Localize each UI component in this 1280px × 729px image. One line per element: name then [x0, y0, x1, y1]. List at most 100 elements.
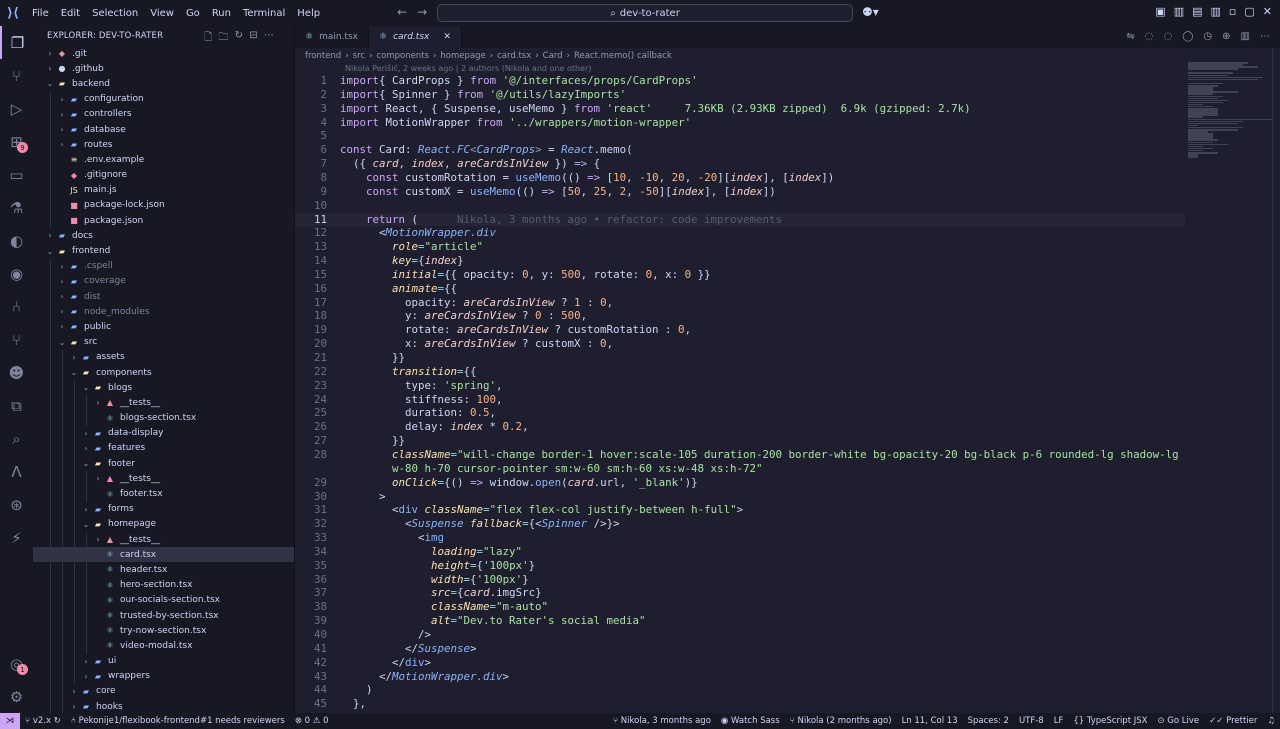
- code-line[interactable]: 11 return ( Nikola, 3 months ago • refac…: [295, 212, 1185, 227]
- tree-file[interactable]: ⚛ blogs-section.tsx: [33, 410, 294, 426]
- menu-item-help[interactable]: Help: [291, 8, 326, 19]
- search-sidebar-icon[interactable]: ⌕: [0, 422, 33, 455]
- code-editor[interactable]: 1 import{ CardProps } from '@/interfaces/…: [295, 74, 1185, 713]
- cursor-position[interactable]: Ln 11, Col 13: [897, 716, 963, 726]
- tree-folder[interactable]: › ▰ hooks: [33, 699, 294, 713]
- code-line[interactable]: 12 <MotionWrapper.div: [295, 226, 496, 240]
- tree-folder[interactable]: › ▲ __tests__: [33, 395, 294, 411]
- tree-folder[interactable]: › ◆ .git: [33, 46, 294, 61]
- code-line[interactable]: 1 import{ CardProps } from '@/interfaces/…: [295, 74, 697, 88]
- code-line[interactable]: 10: [295, 199, 340, 213]
- command-center-search[interactable]: ⌕ dev-to-rater: [437, 4, 853, 22]
- prettier-status[interactable]: ✓✓ Prettier: [1204, 716, 1262, 726]
- code-line[interactable]: 44 ): [295, 683, 373, 697]
- tree-file[interactable]: ■ package-lock.json: [33, 197, 294, 214]
- language-mode[interactable]: {} TypeScript JSX: [1068, 716, 1152, 726]
- code-line[interactable]: 43 </MotionWrapper.div>: [295, 670, 509, 684]
- breadcrumb-item[interactable]: frontend: [305, 51, 341, 61]
- code-line[interactable]: 22 transition={{: [295, 365, 477, 379]
- explorer-icon[interactable]: ❐: [0, 26, 33, 59]
- pull-request-status[interactable]: ⑃ Pekonije1/flexibook-frontend#1 needs r…: [66, 716, 290, 726]
- tree-file[interactable]: ≡ .env.example: [33, 152, 294, 168]
- tree-folder[interactable]: ⌄ ▰ backend: [33, 76, 294, 91]
- toggle-sidebar-icon[interactable]: ▥: [1174, 5, 1184, 18]
- indentation-status[interactable]: Spaces: 2: [963, 716, 1014, 726]
- code-line[interactable]: 28 className="will-change border-1 hover…: [295, 448, 1179, 462]
- copilot-chat-icon[interactable]: ☻: [0, 356, 33, 389]
- code-line[interactable]: 39 alt="Dev.to Rater's social media": [295, 614, 646, 628]
- tree-folder[interactable]: › ▰ forms: [33, 501, 294, 517]
- tree-file[interactable]: JS main.js: [33, 182, 294, 198]
- breadcrumb-item[interactable]: src: [353, 51, 365, 61]
- remote-indicator-icon[interactable]: ⋊: [0, 713, 20, 729]
- menu-item-file[interactable]: File: [26, 8, 55, 19]
- tree-folder[interactable]: › ▲ __tests__: [33, 471, 294, 487]
- tree-folder[interactable]: › ▰ node_modules: [33, 304, 294, 320]
- toggle-panel-icon[interactable]: ▤: [1192, 5, 1202, 18]
- collapse-all-icon[interactable]: ⊟: [249, 30, 258, 47]
- menu-item-go[interactable]: Go: [180, 8, 206, 19]
- docker-icon[interactable]: ◉: [0, 257, 33, 290]
- tree-file[interactable]: ⚛ card.tsx: [33, 547, 294, 563]
- tree-file[interactable]: ⚛ our-socials-section.tsx: [33, 592, 294, 608]
- code-line[interactable]: 5: [295, 129, 340, 143]
- new-file-icon[interactable]: 🗋: [204, 30, 212, 47]
- tree-folder[interactable]: ⌄ ▰ components: [33, 364, 294, 381]
- code-line[interactable]: 31 <div className="flex flex-col justify…: [295, 503, 743, 517]
- tree-folder[interactable]: ⌄ ▰ frontend: [33, 243, 294, 258]
- breadcrumb-item[interactable]: React.memo() callback: [574, 51, 672, 61]
- layout-icon[interactable]: ▣: [1155, 5, 1165, 18]
- code-line[interactable]: 13 role="article": [295, 240, 483, 254]
- code-line[interactable]: 34 loading="lazy": [295, 545, 522, 559]
- code-line[interactable]: 25 duration: 0.5,: [295, 406, 496, 420]
- tab-card-tsx[interactable]: ⚛ card.tsx ✕: [368, 26, 462, 48]
- blame-status[interactable]: ⑂ Nikola, 3 months ago: [608, 716, 716, 726]
- toggle-blame-icon[interactable]: ⊕: [1222, 31, 1230, 42]
- code-line[interactable]: 41 </Suspense>: [295, 642, 477, 656]
- tab-main-tsx[interactable]: ⚛ main.tsx: [295, 26, 369, 48]
- code-line[interactable]: 42 </div>: [295, 656, 431, 670]
- code-line[interactable]: 27 }}: [295, 434, 405, 448]
- minimize-icon[interactable]: ▫: [1229, 5, 1236, 18]
- toggle-secondary-sidebar-icon[interactable]: ▥: [1211, 5, 1221, 18]
- tree-file[interactable]: ⚛ try-now-section.tsx: [33, 623, 294, 639]
- tree-folder[interactable]: › ▰ features: [33, 440, 294, 457]
- tree-folder[interactable]: › ▰ ui: [33, 653, 294, 669]
- tree-folder[interactable]: ⌄ ▰ src: [33, 334, 294, 350]
- tree-folder[interactable]: ⌄ ▰ footer: [33, 456, 294, 472]
- code-line[interactable]: 17 opacity: areCardsInView ? 1 : 0,: [295, 296, 613, 310]
- live-share-icon[interactable]: ⊛: [0, 488, 33, 521]
- code-line[interactable]: 26 delay: index * 0.2,: [295, 420, 529, 434]
- prev-change-icon[interactable]: ◌: [1145, 31, 1154, 42]
- code-line[interactable]: 9 const customX = useMemo(() => [50, 25,…: [295, 185, 775, 199]
- code-line[interactable]: 15 initial={{ opacity: 0, y: 500, rotate…: [295, 268, 711, 282]
- tree-file[interactable]: ◆ .gitignore: [33, 167, 294, 183]
- timeline-icon[interactable]: ◷: [1203, 31, 1212, 42]
- breadcrumb-item[interactable]: homepage: [440, 51, 485, 61]
- tree-file[interactable]: ■ package.json: [33, 213, 294, 229]
- refresh-icon[interactable]: ↻: [235, 30, 244, 47]
- code-line[interactable]: 30 >: [295, 490, 386, 504]
- code-line[interactable]: 45 },: [295, 697, 366, 711]
- tree-folder[interactable]: › ▰ wrappers: [33, 668, 294, 684]
- code-line[interactable]: 7 ({ card, index, areCardsInView }) => {: [295, 157, 600, 171]
- code-line[interactable]: w-80 h-70 cursor-pointer sm:w-60 sm:h-60…: [295, 462, 763, 476]
- open-changes-icon[interactable]: ◯: [1182, 31, 1193, 42]
- pull-requests-icon[interactable]: ⑂: [0, 323, 33, 356]
- code-line[interactable]: 24 stiffness: 100,: [295, 393, 503, 407]
- code-line[interactable]: 37 src={card.imgSrc}: [295, 586, 542, 600]
- git-compare-icon[interactable]: ⇋: [1126, 31, 1134, 42]
- menu-item-selection[interactable]: Selection: [86, 8, 144, 19]
- code-line[interactable]: 4 import MotionWrapper from '../wrappers/…: [295, 116, 691, 130]
- remote-explorer-icon[interactable]: ▭: [0, 158, 33, 191]
- notifications-bell-icon[interactable]: ♫: [1262, 716, 1280, 726]
- copilot-icon[interactable]: ⚉▾: [862, 5, 879, 19]
- code-line[interactable]: 14 key={index}: [295, 254, 464, 268]
- tree-file[interactable]: ⚛ footer.tsx: [33, 486, 294, 502]
- code-line[interactable]: 32 <Suspense fallback={<Spinner />}>: [295, 517, 620, 531]
- code-line[interactable]: 19 rotate: areCardsInView ? customRotati…: [295, 323, 691, 337]
- problems-status[interactable]: ⊗ 0 ⚠ 0: [290, 716, 334, 726]
- tree-folder[interactable]: › ▰ data-display: [33, 425, 294, 441]
- code-line[interactable]: 18 y: areCardsInView ? 0 : 500,: [295, 309, 587, 323]
- code-line[interactable]: 16 animate={{: [295, 282, 457, 296]
